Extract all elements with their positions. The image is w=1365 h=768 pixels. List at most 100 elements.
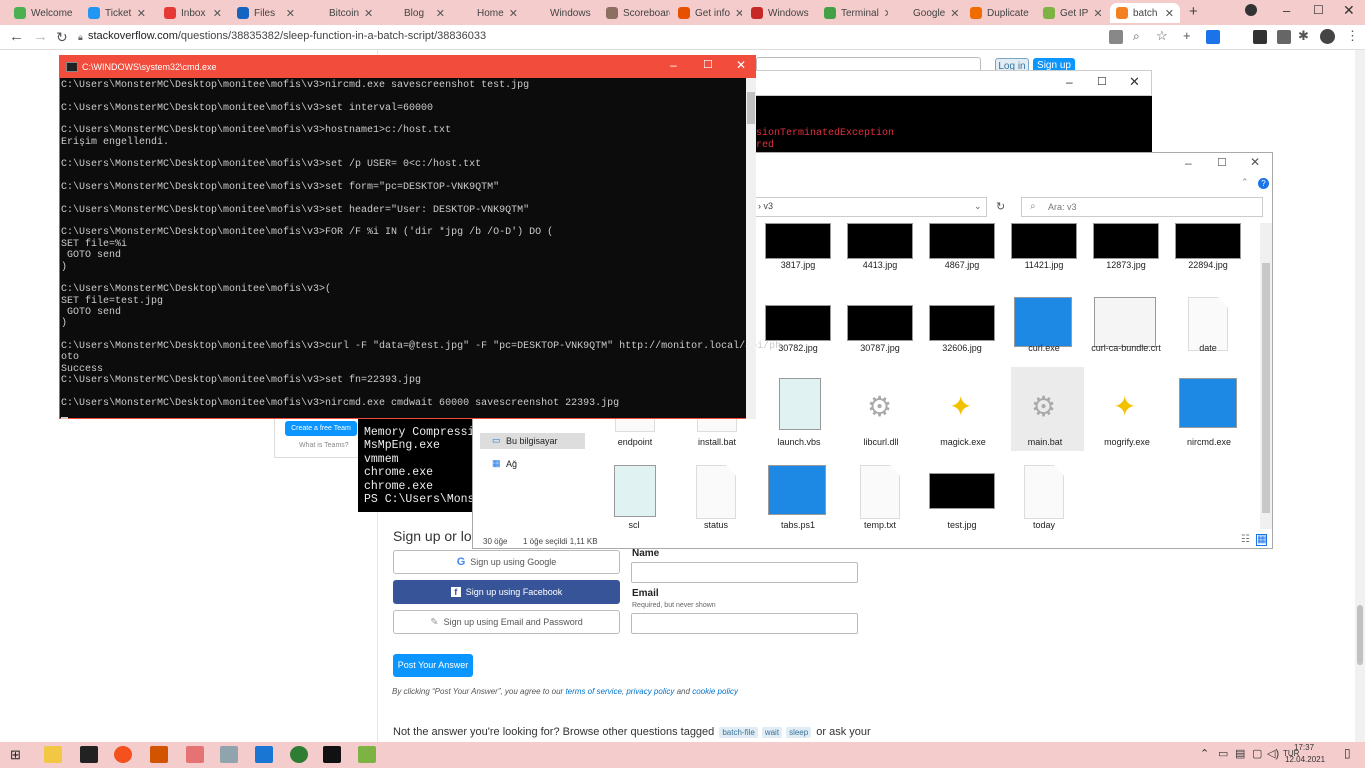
privacy-link[interactable]: privacy policy [626, 687, 674, 696]
refresh-icon[interactable]: ↻ [996, 200, 1005, 213]
browser-tab[interactable]: Ticket ✕ [82, 3, 152, 23]
ps-close-icon[interactable]: ✕ [1129, 74, 1140, 90]
tab-close-icon[interactable]: ✕ [213, 7, 222, 20]
window-maximize-icon[interactable]: ☐ [1313, 3, 1324, 17]
explorer-minimize-icon[interactable]: – [1185, 156, 1192, 170]
translate-icon[interactable] [1109, 30, 1123, 44]
tab-close-icon[interactable]: ✕ [596, 7, 597, 20]
browser-tab[interactable]: Google ✕ [890, 3, 960, 23]
powershell-taskbar-icon[interactable] [255, 746, 273, 763]
create-team-button[interactable]: Create a free Team [285, 421, 357, 436]
tag-link[interactable]: batch-file [719, 727, 758, 738]
tab-close-icon[interactable]: ✕ [509, 7, 518, 20]
tab-close-icon[interactable]: ✕ [735, 7, 742, 20]
post-answer-button[interactable]: Post Your Answer [393, 654, 473, 677]
tab-close-icon[interactable]: ✕ [950, 7, 959, 20]
back-arrow-icon[interactable]: ← [9, 29, 24, 45]
browser-tab[interactable]: batch ✕ [1110, 3, 1180, 23]
tray-network-icon[interactable]: ▭ [1218, 747, 1228, 760]
browser-tab[interactable]: Home ✕ [454, 3, 524, 23]
app-taskbar-icon[interactable] [220, 746, 238, 763]
extensions-puzzle-icon[interactable]: ✱ [1298, 28, 1309, 44]
lock-icon[interactable]: 🔒︎ [78, 32, 83, 43]
ps-maximize-icon[interactable]: ☐ [1097, 75, 1107, 88]
page-scrollbar[interactable] [1355, 50, 1365, 742]
explorer-close-icon[interactable]: ✕ [1250, 155, 1260, 169]
ps-minimize-icon[interactable]: – [1066, 75, 1073, 89]
browser-tab[interactable]: Inbox ✕ [158, 3, 228, 23]
notepad-taskbar-icon[interactable] [358, 746, 376, 763]
bookmark-star-icon[interactable]: ☆ [1156, 28, 1168, 44]
browser-tab[interactable]: Get IP ✕ [1037, 3, 1107, 23]
chrome-taskbar-icon[interactable] [114, 746, 132, 763]
clock-time[interactable]: 17:37 [1294, 743, 1314, 752]
help-icon[interactable]: ? [1258, 178, 1269, 189]
tab-close-icon[interactable]: ✕ [137, 7, 146, 20]
browser-tab[interactable]: Windows ✕ [745, 3, 815, 23]
clock-date[interactable]: 12.04.2021 [1285, 755, 1325, 764]
tray-drive-icon[interactable]: ▤ [1235, 747, 1245, 760]
terminal-taskbar-icon[interactable] [80, 746, 98, 763]
tab-close-icon[interactable]: ✕ [1093, 7, 1102, 20]
extension-dark-icon[interactable] [1253, 30, 1267, 44]
tab-close-icon[interactable]: ✕ [364, 7, 373, 20]
address-path-bar[interactable]: › v3 ⌄ [751, 197, 987, 217]
media-icon[interactable] [1245, 4, 1257, 16]
cmd-scrollbar-thumb[interactable] [747, 92, 755, 124]
extension-blue-icon[interactable] [1206, 30, 1220, 44]
file-explorer-taskbar-icon[interactable] [44, 746, 62, 763]
cookie-link[interactable]: cookie policy [692, 687, 738, 696]
scrollbar-thumb[interactable] [1357, 605, 1363, 665]
profile-avatar[interactable] [1320, 29, 1335, 44]
extension-grey-icon[interactable] [1277, 30, 1291, 44]
window-close-icon[interactable]: ✕ [1343, 2, 1355, 19]
browser-tab[interactable]: Windows ✕ [527, 3, 597, 23]
terms-link[interactable]: terms of service [565, 687, 621, 696]
extension-plus-icon[interactable]: + [1183, 28, 1191, 43]
nav-this-pc[interactable]: ▭ Bu bilgisayar [480, 433, 585, 449]
browser-tab[interactable]: Terminal ✕ [818, 3, 888, 23]
tab-close-icon[interactable]: ✕ [78, 7, 79, 20]
cmd-minimize-icon[interactable]: – [670, 58, 677, 72]
app-taskbar-icon[interactable] [186, 746, 204, 763]
ribbon-expand-icon[interactable]: ⌃ [1241, 177, 1249, 188]
explorer-scrollbar[interactable] [1260, 223, 1272, 529]
name-field[interactable] [631, 562, 858, 583]
email-field[interactable] [631, 613, 858, 634]
email-signup-button[interactable]: ✎ Sign up using Email and Password [393, 610, 620, 634]
tray-volume-icon[interactable]: ◁) [1267, 747, 1279, 760]
zoom-icon[interactable]: ⌕ [1133, 29, 1140, 44]
new-tab-button[interactable]: + [1189, 3, 1198, 20]
cmd-taskbar-icon[interactable] [323, 746, 341, 763]
facebook-signup-button[interactable]: f Sign up using Facebook [393, 580, 620, 604]
explorer-search-input[interactable]: ⌕ Ara: v3 [1021, 197, 1263, 217]
cmd-scrollbar[interactable] [746, 78, 756, 419]
large-icons-view-icon[interactable]: ▦ [1256, 534, 1268, 546]
tab-close-icon[interactable]: ✕ [286, 7, 295, 20]
browser-tab[interactable]: Files ✕ [231, 3, 301, 23]
tab-close-icon[interactable]: ✕ [1165, 7, 1174, 20]
path-dropdown-icon[interactable]: ⌄ [974, 201, 982, 212]
reload-icon[interactable]: ↻ [56, 29, 68, 45]
browser-tab[interactable]: Welcome ✕ [8, 3, 78, 23]
start-windows-icon[interactable]: ⊞ [10, 747, 21, 763]
tray-monitor-icon[interactable]: ▢ [1252, 747, 1262, 760]
cmd-close-icon[interactable]: ✕ [736, 58, 746, 72]
app-taskbar-icon[interactable] [290, 746, 308, 763]
notification-icon[interactable]: ▯ [1344, 746, 1351, 760]
explorer-maximize-icon[interactable]: ☐ [1217, 156, 1227, 169]
browser-tab[interactable]: Duplicate✕ [964, 3, 1034, 23]
tab-close-icon[interactable]: ✕ [884, 7, 888, 20]
browser-tab[interactable]: Bitcoin ✕ [306, 3, 376, 23]
google-signup-button[interactable]: G Sign up using Google [393, 550, 620, 574]
nav-network[interactable]: ▦ Ağ [480, 456, 585, 472]
tab-close-icon[interactable]: ✕ [814, 7, 815, 20]
window-minimize-icon[interactable]: – [1283, 3, 1290, 18]
forward-arrow-icon[interactable]: → [33, 29, 48, 45]
cmd-maximize-icon[interactable]: ☐ [703, 58, 713, 71]
explorer-scrollbar-thumb[interactable] [1262, 263, 1270, 513]
address-bar[interactable]: stackoverflow.com/questions/38835382/sle… [88, 30, 486, 42]
tag-link[interactable]: sleep [786, 727, 812, 738]
details-view-icon[interactable]: ☷ [1241, 534, 1250, 545]
sublime-taskbar-icon[interactable] [150, 746, 168, 763]
